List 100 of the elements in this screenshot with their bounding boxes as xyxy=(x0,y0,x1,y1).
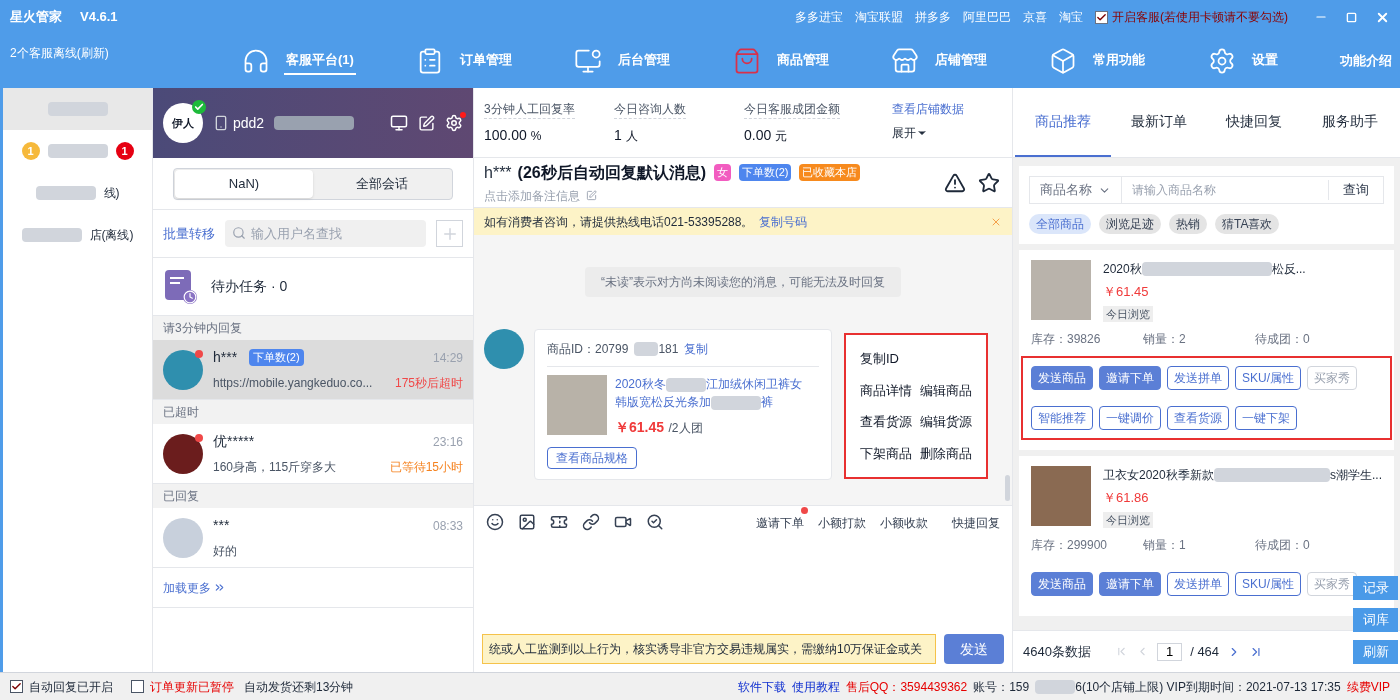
top-link[interactable]: 拼多多 xyxy=(915,8,951,26)
top-link[interactable]: 阿里巴巴 xyxy=(963,8,1011,26)
stock-count: 库存：299900 xyxy=(1031,537,1109,554)
auto-delivery-text: 自动发货还剩13分钟 xyxy=(244,678,354,696)
product-id: 商品ID：20799 xyxy=(547,341,629,358)
photo-placeholder xyxy=(1031,466,1091,526)
filter-chip[interactable]: 全部商品 xyxy=(1029,214,1091,234)
group-header: 请3分钟内回复 xyxy=(153,316,473,340)
filter-chip[interactable]: 猜TA喜欢 xyxy=(1215,214,1280,234)
renew-vip-link[interactable]: 续费VIP xyxy=(1346,677,1390,696)
top-link[interactable]: 京喜 xyxy=(1023,8,1047,26)
product-action-button[interactable]: 一键下架 xyxy=(1235,406,1297,430)
settings-icon[interactable] xyxy=(445,114,463,132)
coupon-icon[interactable] xyxy=(550,513,568,531)
product-action-button[interactable]: 买家秀 xyxy=(1307,572,1357,596)
product-title[interactable]: 松反... xyxy=(1271,260,1306,278)
chat-action-button[interactable]: 快捷回复 xyxy=(952,514,1000,532)
side-float-button[interactable]: 词库 xyxy=(1353,608,1398,632)
chat-action-button[interactable]: 邀请下单 xyxy=(756,514,804,532)
query-button[interactable]: 查询 xyxy=(1328,180,1383,200)
product-price: ￥61.45 xyxy=(615,419,665,435)
copy-number-link[interactable]: 复制号码 xyxy=(759,212,808,231)
nav-tab[interactable]: 设置 xyxy=(1249,47,1280,75)
side-float-button[interactable]: 记录 xyxy=(1353,576,1398,600)
product-title[interactable]: 2020秋 xyxy=(1103,260,1142,278)
product-title[interactable]: s潮学生... xyxy=(1330,466,1382,484)
product-action-button[interactable]: 一键调价 xyxy=(1099,406,1161,430)
product-search-bar[interactable]: 商品名称 请输入商品名称 查询 xyxy=(1029,176,1384,204)
menu-item[interactable]: 删除商品 xyxy=(920,443,972,463)
segment-tab[interactable]: 全部会话 xyxy=(313,169,451,198)
send-button[interactable]: 发送 xyxy=(944,634,1004,664)
chat-time: 08:33 xyxy=(432,517,463,535)
footer-link[interactable]: 使用教程 xyxy=(791,677,840,696)
menu-item[interactable]: 商品详情 xyxy=(860,380,912,400)
nav-tab[interactable]: 常用功能 xyxy=(1091,47,1148,75)
checkbox[interactable] xyxy=(1095,10,1108,24)
star-icon[interactable] xyxy=(978,171,1000,194)
checkbox[interactable] xyxy=(10,680,23,693)
image-icon[interactable] xyxy=(518,513,536,531)
segment-tab[interactable]: NaN) xyxy=(175,169,313,198)
product-title-link[interactable]: 2020秋冬 江加绒休闲卫裤女 韩版宽松反光条加 裤 xyxy=(615,375,802,411)
menu-item[interactable]: 查看货源 xyxy=(860,412,912,432)
product-action-button[interactable]: SKU/属性 xyxy=(1235,366,1301,390)
expand-button[interactable]: 展开 xyxy=(892,124,964,142)
product-title[interactable]: 卫衣女2020秋季新款 xyxy=(1103,466,1214,484)
checkbox[interactable] xyxy=(131,680,144,693)
panel-tab[interactable]: 快捷回复 xyxy=(1206,88,1303,157)
nav-tab[interactable]: 客服平台(1) xyxy=(284,47,356,75)
store-data-link[interactable]: 查看店铺数据 xyxy=(892,100,964,118)
maximize-icon[interactable] xyxy=(1346,11,1357,23)
product-action-button[interactable]: 邀请下单 xyxy=(1099,366,1161,390)
top-link[interactable]: 多多进宝 xyxy=(795,8,843,26)
top-link[interactable]: 淘宝 xyxy=(1059,8,1083,26)
monitor-icon[interactable] xyxy=(390,114,408,132)
product-action-button[interactable]: 发送拼单 xyxy=(1167,572,1229,596)
product-action-button[interactable]: 查看货源 xyxy=(1167,406,1229,430)
todo-label: 待办任务 · 0 xyxy=(211,277,288,296)
remark-link[interactable]: 点击添加备注信息 xyxy=(484,186,580,205)
filter-chip[interactable]: 浏览足迹 xyxy=(1099,214,1161,234)
search-field[interactable]: 输入用户名查找 xyxy=(225,220,426,247)
product-action-button[interactable]: 智能推荐 xyxy=(1031,406,1093,430)
product-action-button[interactable]: SKU/属性 xyxy=(1235,572,1301,596)
chat-action-button[interactable]: 小额收款 xyxy=(880,514,928,532)
menu-item[interactable]: 编辑商品 xyxy=(920,380,972,400)
nav-tab[interactable]: 后台管理 xyxy=(616,47,673,75)
menu-item[interactable]: 编辑货源 xyxy=(920,412,972,432)
chat-action-button[interactable]: 小额打款 xyxy=(818,514,866,532)
load-more-link[interactable]: 加载更多 xyxy=(163,578,226,597)
product-action-button[interactable]: 买家秀 xyxy=(1307,366,1357,390)
check-icon xyxy=(1096,11,1107,23)
filter-dropdown[interactable]: 商品名称 xyxy=(1030,177,1122,203)
product-action-button[interactable]: 发送商品 xyxy=(1031,572,1093,596)
nav-tab[interactable]: 店铺管理 xyxy=(933,47,990,75)
menu-item[interactable]: 复制ID xyxy=(860,349,912,369)
product-action-button[interactable]: 发送拼单 xyxy=(1167,366,1229,390)
nav-tab[interactable]: 订单管理 xyxy=(458,47,515,75)
copy-link[interactable]: 复制 xyxy=(684,340,709,358)
link-icon[interactable] xyxy=(582,513,600,531)
panel-tab[interactable]: 服务助手 xyxy=(1302,88,1398,157)
product-action-button[interactable]: 邀请下单 xyxy=(1099,572,1161,596)
warning-icon[interactable] xyxy=(944,171,966,194)
footer-link[interactable]: 软件下载 xyxy=(737,677,786,696)
chat-item[interactable]: h*** 下单数(2) 14:29 https://mobile.yangkeduo.co... 175秒后超时 xyxy=(153,340,473,400)
product-action-button[interactable]: 发送商品 xyxy=(1031,366,1093,390)
page-field[interactable]: 1 xyxy=(1156,642,1183,661)
stat-label: 今日咨询人数 xyxy=(614,100,686,119)
offline-status-link[interactable]: 2个客服离线(刷新) xyxy=(10,44,242,62)
help-link[interactable]: 功能介绍 xyxy=(1339,51,1392,71)
side-float-button[interactable]: 刷新 xyxy=(1353,640,1398,664)
emoji-icon[interactable] xyxy=(486,513,504,531)
view-specs-button[interactable]: 查看商品规格 xyxy=(547,447,637,469)
menu-item[interactable]: 下架商品 xyxy=(860,443,912,463)
nav-tab[interactable]: 商品管理 xyxy=(774,47,831,75)
panel-tab[interactable]: 最新订单 xyxy=(1110,88,1207,157)
filter-chip[interactable]: 热销 xyxy=(1169,214,1207,234)
batch-transfer-link[interactable]: 批量转移 xyxy=(163,223,215,244)
search-icon[interactable] xyxy=(646,513,664,531)
top-link[interactable]: 淘宝联盟 xyxy=(855,8,903,26)
product-search-field[interactable]: 请输入商品名称 xyxy=(1122,181,1328,199)
notice-text: 如有消费者咨询，请提供热线电话021-53395288。 xyxy=(484,213,754,231)
